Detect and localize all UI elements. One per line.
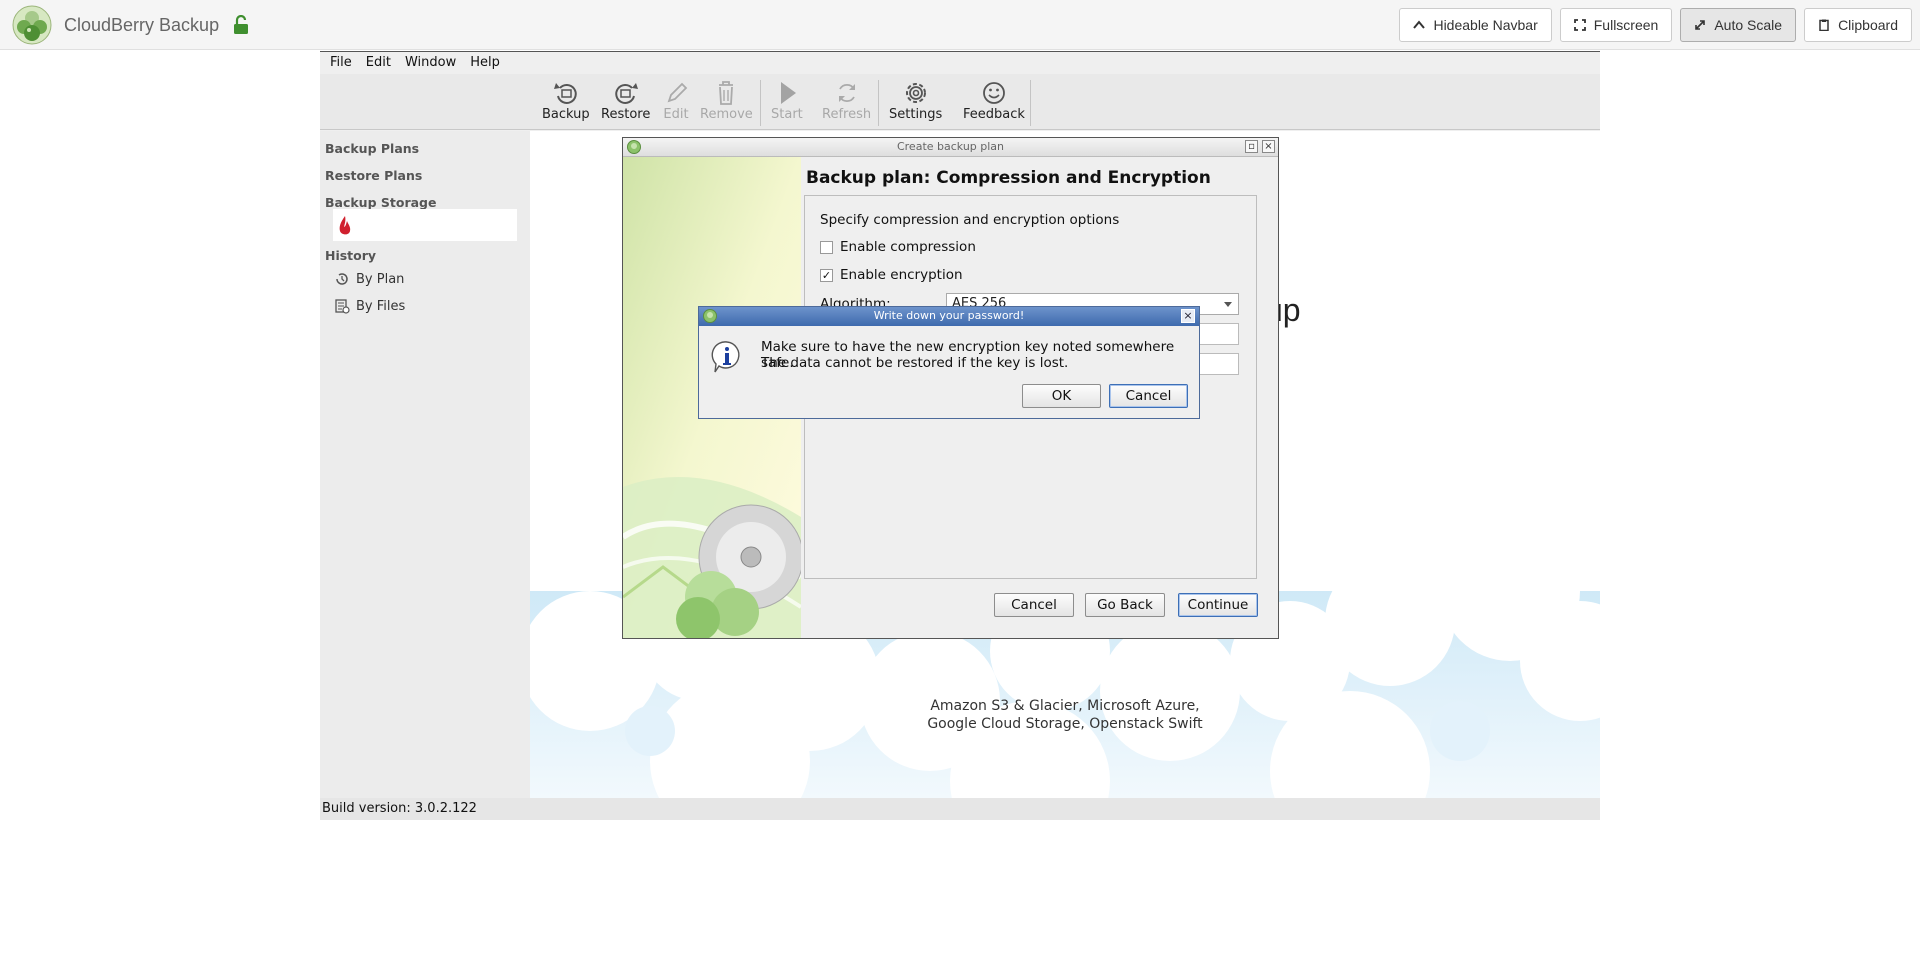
password-warning-dialog: Write down your password! × Make sure to…	[698, 306, 1200, 419]
app-title: CloudBerry Backup	[64, 14, 220, 35]
menu-bar: File Edit Window Help	[320, 52, 1600, 73]
feedback-label: Feedback	[963, 107, 1025, 122]
encryption-row[interactable]: ✓ Enable encryption	[820, 267, 963, 283]
encryption-label: Enable encryption	[840, 267, 963, 283]
sidebar: Backup Plans Restore Plans Backup Storag…	[320, 131, 530, 798]
clipboard-label: Clipboard	[1838, 17, 1898, 33]
hideable-navbar-label: Hideable Navbar	[1433, 17, 1538, 33]
unlock-icon[interactable]	[233, 15, 249, 35]
options-intro: Specify compression and encryption optio…	[820, 212, 1120, 228]
brand: CloudBerry Backup	[12, 5, 249, 45]
backblaze-flame-icon	[339, 216, 351, 235]
gear-icon	[905, 83, 926, 103]
remove-label: Remove	[700, 107, 753, 122]
info-icon	[711, 341, 740, 373]
settings-label: Settings	[889, 107, 943, 122]
dialog-cancel-button[interactable]: Cancel	[1109, 384, 1188, 408]
dialog-title: Write down your password!	[873, 309, 1025, 322]
cloudberry-small-icon	[703, 309, 717, 323]
close-icon[interactable]: ×	[1262, 140, 1275, 153]
fullscreen-label: Fullscreen	[1593, 17, 1659, 33]
edit-label: Edit	[663, 107, 689, 122]
settings-button[interactable]: Settings	[889, 79, 942, 122]
clipboard-button[interactable]: Clipboard	[1804, 8, 1912, 42]
sidebar-item-by-plan[interactable]: By Plan	[334, 271, 404, 287]
sidebar-backup-plans[interactable]: Backup Plans	[325, 141, 419, 156]
top-navbar: CloudBerry Backup Hideable Navbar Fullsc…	[0, 0, 1920, 50]
by-plan-label: By Plan	[356, 271, 405, 287]
files-icon	[335, 299, 350, 314]
menu-file[interactable]: File	[330, 55, 352, 70]
history-icon	[336, 273, 348, 285]
maximize-icon[interactable]: ▫	[1245, 140, 1258, 153]
compression-row[interactable]: Enable compression	[820, 239, 976, 255]
smiley-icon	[983, 82, 1005, 104]
clipboard-icon	[1819, 19, 1829, 31]
status-bar: Build version: 3.0.2.122	[320, 798, 1600, 820]
window-title: Create backup plan	[896, 140, 1005, 153]
cloudberry-small-icon	[627, 140, 641, 154]
chevron-down-icon	[1224, 302, 1232, 307]
restore-icon	[614, 83, 638, 104]
pencil-icon	[667, 82, 688, 103]
restore-button[interactable]: Restore	[601, 79, 650, 122]
toolbar: Backup Restore Edit Remove Start Refresh…	[320, 74, 1600, 130]
fullscreen-button[interactable]: Fullscreen	[1559, 8, 1673, 42]
menu-window[interactable]: Window	[405, 55, 456, 70]
close-icon[interactable]: ×	[1181, 309, 1195, 323]
refresh-icon	[838, 83, 855, 103]
storage-account-item[interactable]	[333, 209, 517, 241]
trash-icon	[719, 81, 734, 105]
menu-edit[interactable]: Edit	[366, 55, 391, 70]
dialog-titlebar[interactable]: Write down your password! ×	[699, 307, 1199, 326]
refresh-label: Refresh	[822, 107, 872, 122]
continue-button[interactable]: Continue	[1178, 593, 1258, 617]
resize-arrows-icon	[1695, 20, 1706, 30]
feedback-button[interactable]: Feedback	[963, 79, 1025, 122]
sidebar-backup-storage[interactable]: Backup Storage	[325, 195, 436, 210]
window-titlebar[interactable]: Create backup plan ▫ ×	[623, 138, 1278, 157]
ok-button[interactable]: OK	[1022, 384, 1101, 408]
dialog-message-line2: The data cannot be restored if the key i…	[761, 355, 1069, 371]
toolbar-separator	[1030, 80, 1031, 126]
backup-label: Backup	[542, 107, 590, 122]
sidebar-item-by-files[interactable]: By Files	[334, 298, 405, 314]
restore-label: Restore	[601, 107, 651, 122]
start-label: Start	[771, 107, 803, 122]
backup-icon	[553, 83, 577, 104]
backup-button[interactable]: Backup	[542, 79, 590, 122]
compression-label: Enable compression	[840, 239, 976, 255]
caption-line: Google Cloud Storage, Openstack Swift	[927, 716, 1203, 732]
refresh-button[interactable]: Refresh	[822, 79, 871, 122]
play-icon	[780, 82, 796, 104]
toolbar-separator	[760, 80, 761, 126]
cloudberry-logo-icon	[12, 5, 52, 45]
auto-scale-label: Auto Scale	[1714, 17, 1783, 33]
compression-checkbox[interactable]	[820, 240, 833, 254]
sidebar-restore-plans[interactable]: Restore Plans	[325, 168, 422, 183]
remove-button[interactable]: Remove	[700, 79, 753, 122]
storage-providers-caption: Amazon S3 & Glacier, Microsoft Azure, Go…	[530, 697, 1600, 733]
by-files-label: By Files	[356, 298, 406, 314]
start-button[interactable]: Start	[771, 79, 803, 122]
caption-line: Amazon S3 & Glacier, Microsoft Azure,	[930, 698, 1200, 714]
hideable-navbar-button[interactable]: Hideable Navbar	[1399, 8, 1552, 42]
wizard-heading: Backup plan: Compression and Encryption	[806, 168, 1211, 188]
sidebar-history[interactable]: History	[325, 248, 376, 263]
go-back-button[interactable]: Go Back	[1085, 593, 1165, 617]
auto-scale-button[interactable]: Auto Scale	[1680, 8, 1797, 42]
expand-icon	[1573, 19, 1586, 31]
cancel-button[interactable]: Cancel	[994, 593, 1074, 617]
edit-button[interactable]: Edit	[661, 79, 691, 122]
chevron-up-icon	[1413, 20, 1426, 29]
encryption-checkbox[interactable]: ✓	[820, 268, 833, 282]
toolbar-separator	[878, 80, 879, 126]
menu-help[interactable]: Help	[470, 55, 500, 70]
